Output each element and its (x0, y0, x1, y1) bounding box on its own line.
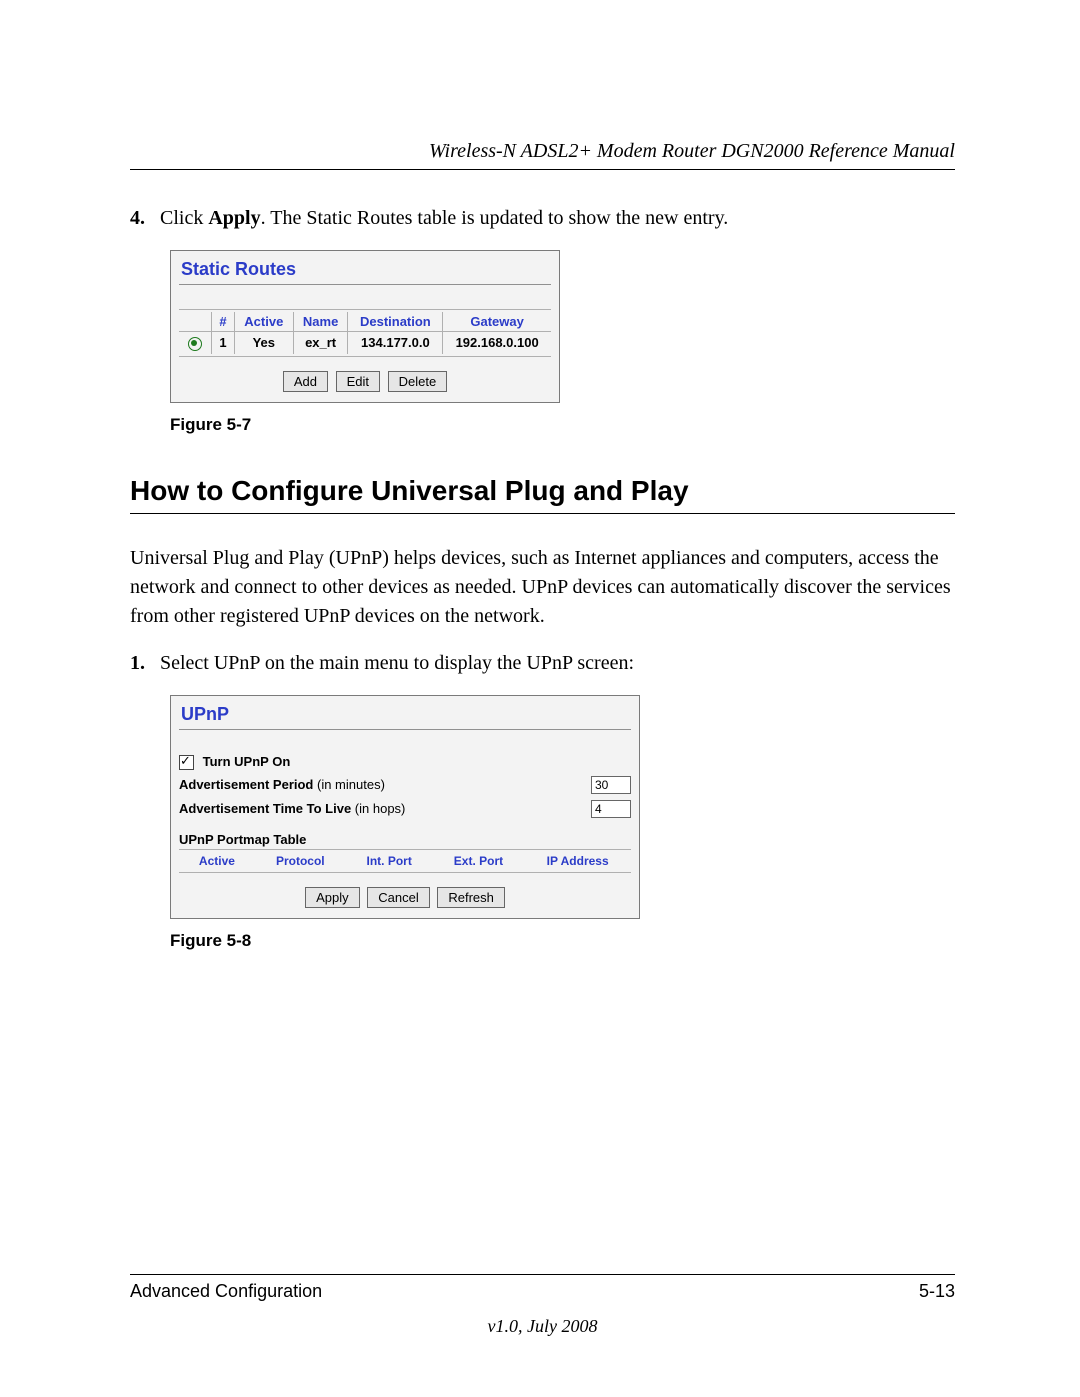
col-active: Active (234, 312, 293, 332)
upnp-panel: UPnP Turn UPnP On Advertisement Period (… (170, 695, 640, 919)
ttl-row: Advertisement Time To Live (in hops) (179, 800, 631, 818)
table-header-row: # Active Name Destination Gateway (179, 312, 551, 332)
refresh-button[interactable]: Refresh (437, 887, 505, 908)
ttl-label: Advertisement Time To Live (in hops) (179, 801, 405, 816)
figure-5-7-caption: Figure 5-7 (170, 415, 955, 435)
footer-rule (130, 1274, 955, 1275)
portmap-heading: UPnP Portmap Table (179, 832, 631, 847)
cell-gateway: 192.168.0.100 (443, 332, 551, 354)
turn-upnp-on-checkbox[interactable] (179, 755, 194, 770)
portmap-header-row: Active Protocol Int. Port Ext. Port IP A… (179, 852, 631, 870)
divider (179, 729, 631, 730)
col-int-port: Int. Port (346, 852, 433, 870)
turn-upnp-on-row: Turn UPnP On (179, 754, 631, 770)
radio-selected-icon[interactable] (188, 337, 202, 351)
upnp-intro-paragraph: Universal Plug and Play (UPnP) helps dev… (130, 544, 955, 631)
ttl-input[interactable] (591, 800, 631, 818)
divider (179, 849, 631, 850)
adv-period-input[interactable] (591, 776, 631, 794)
edit-button[interactable]: Edit (336, 371, 380, 392)
cell-name: ex_rt (293, 332, 348, 354)
page-footer: Advanced Configuration 5-13 v1.0, July 2… (130, 1274, 955, 1337)
col-name: Name (293, 312, 348, 332)
ttl-label-text: Advertisement Time To Live (179, 801, 355, 816)
cancel-button[interactable]: Cancel (367, 887, 429, 908)
divider (179, 872, 631, 873)
col-ext-port: Ext. Port (433, 852, 525, 870)
col-active: Active (179, 852, 255, 870)
step-4: 4. Click Apply. The Static Routes table … (130, 204, 955, 232)
divider (179, 356, 551, 357)
cell-num: 1 (212, 332, 235, 354)
static-routes-panel: Static Routes # Active Name Destination … (170, 250, 560, 403)
col-gateway: Gateway (443, 312, 551, 332)
static-routes-buttons: Add Edit Delete (179, 371, 551, 392)
apply-button[interactable]: Apply (305, 887, 360, 908)
step-4-text-after: . The Static Routes table is updated to … (261, 207, 729, 229)
col-destination: Destination (348, 312, 443, 332)
col-protocol: Protocol (255, 852, 346, 870)
static-routes-table: # Active Name Destination Gateway 1 Yes … (179, 312, 551, 354)
figure-5-8-caption: Figure 5-8 (170, 931, 955, 951)
step-1-text: Select UPnP on the main menu to display … (160, 649, 634, 677)
footer-section: Advanced Configuration (130, 1281, 322, 1302)
divider (179, 284, 551, 285)
cell-destination: 134.177.0.0 (348, 332, 443, 354)
add-button[interactable]: Add (283, 371, 328, 392)
delete-button[interactable]: Delete (388, 371, 448, 392)
step-1-number: 1. (130, 649, 160, 677)
col-num: # (212, 312, 235, 332)
adv-period-label-text: Advertisement Period (179, 777, 317, 792)
running-header: Wireless-N ADSL2+ Modem Router DGN2000 R… (130, 140, 955, 170)
step-4-text: Click Apply. The Static Routes table is … (160, 204, 728, 232)
adv-period-sub: (in minutes) (317, 777, 385, 792)
turn-upnp-on-label: Turn UPnP On (203, 754, 291, 769)
upnp-panel-title: UPnP (181, 704, 631, 725)
adv-period-row: Advertisement Period (in minutes) (179, 776, 631, 794)
upnp-heading: How to Configure Universal Plug and Play (130, 475, 955, 514)
static-routes-title: Static Routes (181, 259, 551, 280)
upnp-buttons: Apply Cancel Refresh (179, 887, 631, 908)
divider (179, 309, 551, 310)
apply-keyword: Apply (208, 207, 260, 229)
col-ip-address: IP Address (524, 852, 631, 870)
table-row[interactable]: 1 Yes ex_rt 134.177.0.0 192.168.0.100 (179, 332, 551, 354)
portmap-table: Active Protocol Int. Port Ext. Port IP A… (179, 852, 631, 870)
adv-period-label: Advertisement Period (in minutes) (179, 777, 385, 792)
step-4-text-before: Click (160, 207, 208, 229)
step-4-number: 4. (130, 204, 160, 232)
step-1: 1. Select UPnP on the main menu to displ… (130, 649, 955, 677)
cell-active: Yes (234, 332, 293, 354)
footer-page-number: 5-13 (919, 1281, 955, 1302)
ttl-sub: (in hops) (355, 801, 406, 816)
footer-version: v1.0, July 2008 (130, 1316, 955, 1337)
